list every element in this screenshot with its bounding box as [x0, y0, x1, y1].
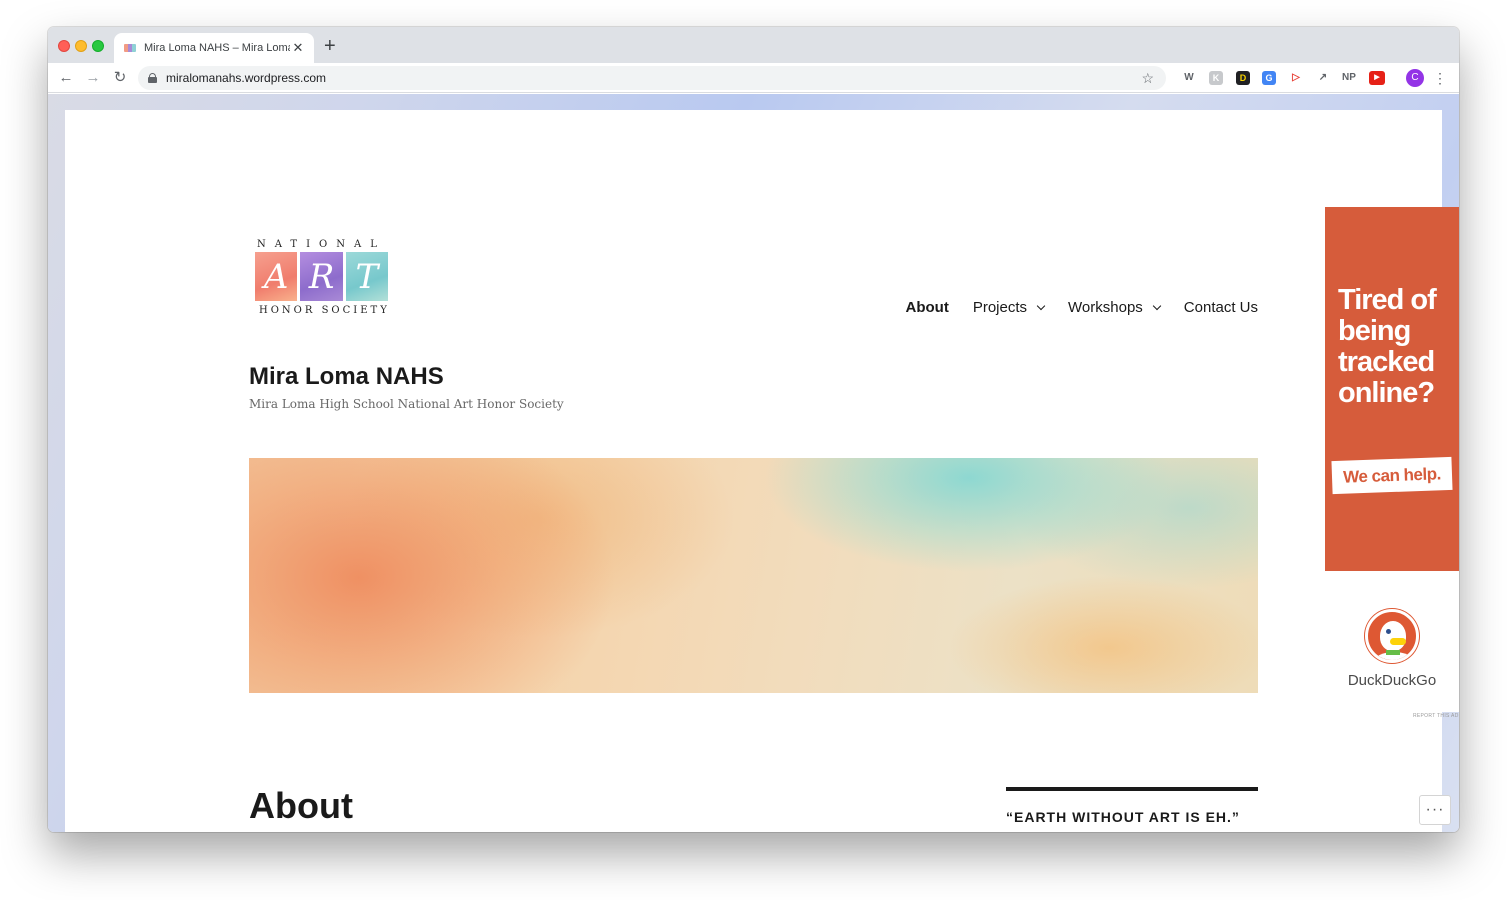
duck-head-shape: [1380, 621, 1406, 651]
tab-title: Mira Loma NAHS – Mira Loma High School N…: [144, 42, 290, 54]
profile-avatar[interactable]: C: [1406, 69, 1424, 87]
close-tab-icon[interactable]: ✕: [290, 40, 306, 56]
nahs-logo[interactable]: NATIONAL A R T HONOR SOCIETY: [253, 239, 389, 319]
main-navigation: About Projects Workshops Contact Us: [882, 299, 1258, 316]
chevron-down-icon[interactable]: [1036, 301, 1046, 310]
url-text[interactable]: miralomanahs.wordpress.com: [166, 71, 1141, 85]
site-title[interactable]: Mira Loma NAHS: [249, 363, 444, 391]
watercolor-header-image: [249, 458, 1258, 693]
logo-block-t: T: [345, 252, 388, 301]
bookmark-star-icon[interactable]: ☆: [1141, 70, 1154, 87]
back-button[interactable]: ←: [56, 68, 76, 88]
np-extension-icon[interactable]: NP: [1340, 70, 1358, 86]
address-bar[interactable]: miralomanahs.wordpress.com ☆: [138, 66, 1166, 90]
chevron-down-icon[interactable]: [1152, 301, 1162, 310]
more-options-button[interactable]: ···: [1419, 795, 1451, 825]
k-extension-icon[interactable]: K: [1209, 71, 1223, 85]
tab-favicon-icon: [124, 44, 136, 52]
duck-bowtie-shape: [1386, 650, 1400, 655]
ad-brand-name: DuckDuckGo: [1347, 672, 1437, 689]
nav-label: Projects: [972, 299, 1028, 316]
nav-item-contact-us[interactable]: Contact Us: [1184, 299, 1258, 316]
new-tab-button[interactable]: +: [324, 35, 336, 57]
duck-beak-shape: [1390, 638, 1406, 645]
site-page: NATIONAL A R T HONOR SOCIETY About Proje…: [65, 110, 1442, 832]
nav-item-workshops[interactable]: Workshops: [1068, 299, 1162, 316]
d-extension-icon[interactable]: D: [1236, 71, 1250, 85]
widget-divider: [1006, 787, 1258, 791]
nav-label: Contact Us: [1183, 299, 1258, 316]
logo-block-r: R: [300, 252, 343, 301]
widget-title: “EARTH WITHOUT ART IS EH.”: [1006, 809, 1240, 825]
lock-icon[interactable]: [148, 73, 157, 83]
minimize-window-button[interactable]: [75, 40, 87, 52]
duckduckgo-logo-icon: [1365, 609, 1419, 663]
browser-window: Mira Loma NAHS – Mira Loma High School N…: [48, 27, 1459, 832]
browser-toolbar: ← → ↻ miralomanahs.wordpress.com ☆ W K D…: [48, 63, 1459, 93]
page-title: About: [249, 785, 353, 826]
nav-item-projects[interactable]: Projects: [972, 299, 1046, 316]
translate-extension-icon[interactable]: G: [1262, 71, 1276, 85]
page-viewport: NATIONAL A R T HONOR SOCIETY About Proje…: [48, 94, 1459, 832]
send-extension-icon[interactable]: ▷: [1288, 70, 1304, 86]
close-window-button[interactable]: [58, 40, 70, 52]
maximize-window-button[interactable]: [92, 40, 104, 52]
logo-bottom-text: HONOR SOCIETY: [259, 305, 390, 316]
nav-item-about[interactable]: About: [906, 299, 949, 316]
browser-tab[interactable]: Mira Loma NAHS – Mira Loma High School N…: [114, 33, 314, 63]
nav-label: Workshops: [1068, 299, 1143, 316]
duck-eye-shape: [1386, 629, 1391, 634]
ad-cta-button[interactable]: We can help.: [1331, 456, 1453, 495]
logo-blocks: A R T: [255, 252, 388, 301]
ad-headline: Tired of being tracked online?: [1338, 284, 1437, 409]
ad-banner[interactable]: Tired of being tracked online? We can he…: [1325, 207, 1459, 571]
logo-top-text: NATIONAL: [257, 239, 386, 250]
share-extension-icon[interactable]: ↗: [1315, 70, 1331, 86]
wikipedia-extension-icon[interactable]: W: [1182, 70, 1196, 86]
site-description: Mira Loma High School National Art Honor…: [249, 397, 564, 411]
logo-block-a: A: [255, 252, 298, 301]
reload-button[interactable]: ↻: [110, 68, 130, 88]
report-ad-link[interactable]: REPORT THIS AD: [1413, 713, 1459, 719]
nav-label: About: [905, 299, 949, 316]
duckduckgo-ad[interactable]: Tired of being tracked online? We can he…: [1325, 207, 1459, 719]
browser-menu-icon[interactable]: ⋮: [1433, 68, 1447, 88]
forward-button[interactable]: →: [83, 68, 103, 88]
tab-strip: Mira Loma NAHS – Mira Loma High School N…: [48, 27, 1459, 63]
youtube-extension-icon[interactable]: ▶: [1369, 71, 1385, 85]
